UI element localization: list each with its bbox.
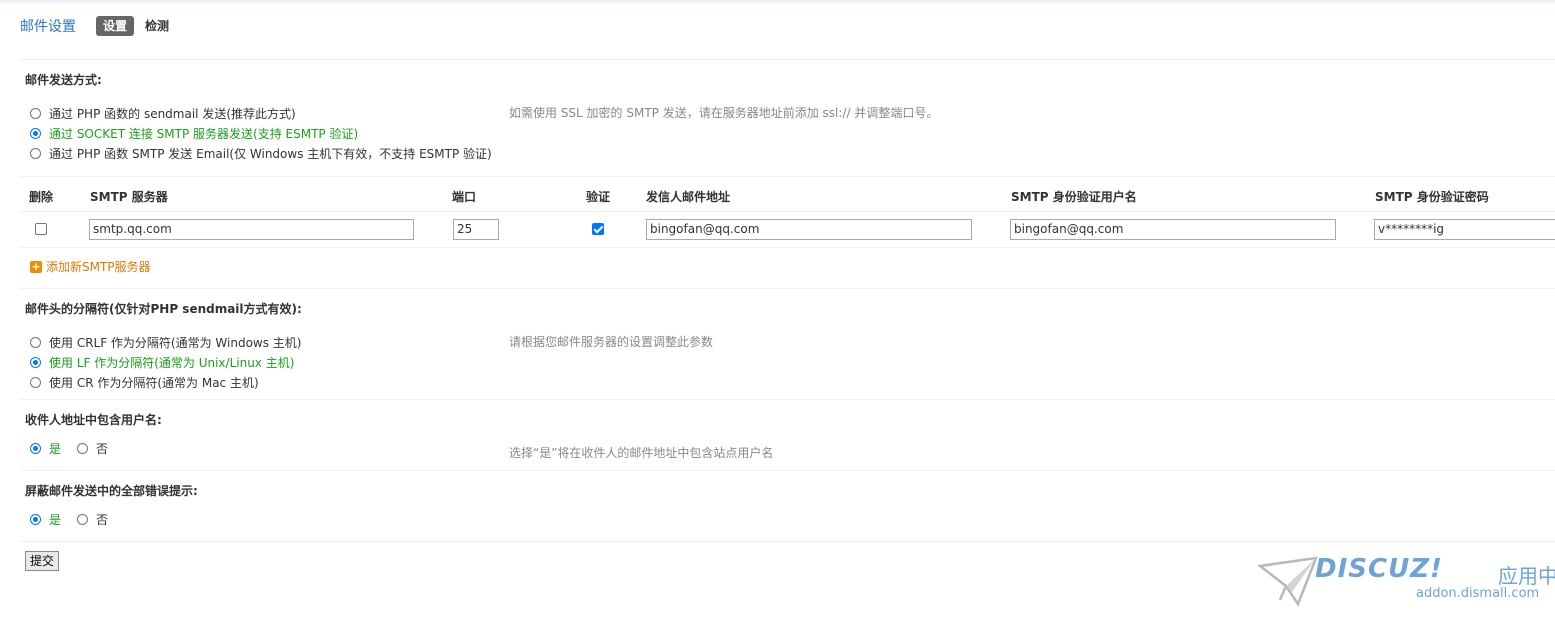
include-username-no[interactable]: 否 (77, 438, 108, 458)
radio-icon[interactable] (30, 376, 41, 388)
send-method-option-label: 通过 SOCKET 连接 SMTP 服务器发送(支持 ESMTP 验证) (49, 126, 359, 141)
auth-checkbox[interactable] (592, 223, 604, 235)
add-smtp-server-link[interactable]: + 添加新SMTP服务器 (30, 258, 151, 275)
top-edge (0, 0, 1555, 3)
separator-option-label: 使用 LF 作为分隔符(通常为 Unix/Linux 主机) (49, 355, 295, 370)
auth-username-input[interactable]: bingofan@qq.com (1010, 219, 1336, 240)
include-username-yes[interactable]: 是 (30, 438, 61, 458)
separator-option-label: 使用 CR 作为分隔符(通常为 Mac 主机) (49, 375, 259, 390)
th-password: SMTP 身份验证密码 (1375, 190, 1489, 204)
suppress-errors-yes-label: 是 (49, 512, 62, 527)
radio-icon[interactable] (77, 442, 88, 454)
suppress-errors-yes[interactable]: 是 (30, 509, 61, 529)
separator-hint: 请根据您邮件服务器的设置调整此参数 (509, 335, 714, 349)
th-port: 端口 (452, 190, 477, 204)
discuz-watermark: DISCUZ! 应用中心 addon.dismall.com (1258, 552, 1555, 608)
paper-plane-icon (1258, 556, 1318, 607)
th-username: SMTP 身份验证用户名 (1011, 190, 1137, 204)
radio-icon[interactable] (30, 107, 41, 119)
watermark-url: addon.dismall.com (1416, 586, 1540, 601)
send-method-option-socket[interactable]: 通过 SOCKET 连接 SMTP 服务器发送(支持 ESMTP 验证) (30, 123, 358, 143)
tab-check[interactable]: 检测 (138, 16, 176, 36)
radio-icon[interactable] (77, 513, 88, 525)
submit-button[interactable]: 提交 (25, 551, 60, 571)
auth-password-input[interactable]: v********ig (1374, 219, 1555, 240)
send-method-option-label: 通过 PHP 函数 SMTP 发送 Email(仅 Windows 主机下有效，… (49, 146, 492, 161)
separator-option-cr[interactable]: 使用 CR 作为分隔符(通常为 Mac 主机) (30, 372, 259, 392)
smtp-server-input[interactable]: smtp.qq.com (89, 219, 414, 240)
separator-option-lf[interactable]: 使用 LF 作为分隔符(通常为 Unix/Linux 主机) (30, 352, 294, 372)
radio-icon[interactable] (30, 336, 41, 348)
radio-icon[interactable] (30, 147, 41, 159)
watermark-subtitle: 应用中心 (1498, 564, 1555, 588)
send-method-option-php-smtp[interactable]: 通过 PHP 函数 SMTP 发送 Email(仅 Windows 主机下有效，… (30, 143, 492, 163)
separator-option-crlf[interactable]: 使用 CRLF 作为分隔符(通常为 Windows 主机) (30, 332, 302, 352)
radio-checked-icon[interactable] (30, 127, 41, 139)
tab-settings[interactable]: 设置 (96, 16, 135, 36)
send-method-option-sendmail[interactable]: 通过 PHP 函数的 sendmail 发送(推荐此方式) (30, 103, 296, 123)
include-username-yes-label: 是 (49, 441, 62, 456)
divider (20, 470, 1555, 471)
send-method-option-label: 通过 PHP 函数的 sendmail 发送(推荐此方式) (49, 106, 296, 121)
include-username-no-label: 否 (96, 441, 109, 456)
th-delete: 删除 (29, 190, 54, 204)
table-row: smtp.qq.com 25 bingofan@qq.com bingofan@… (20, 212, 1555, 248)
divider (20, 399, 1555, 400)
th-from: 发信人邮件地址 (646, 190, 731, 204)
th-auth: 验证 (586, 190, 611, 204)
plus-icon: + (30, 259, 42, 273)
radio-checked-icon[interactable] (30, 513, 41, 525)
delete-checkbox[interactable] (35, 223, 47, 235)
divider (20, 288, 1555, 289)
page-header: 邮件设置 设置 检测 (20, 14, 180, 38)
send-method-hint: 如需使用 SSL 加密的 SMTP 发送，请在服务器地址前添加 ssl:// 并… (509, 106, 939, 120)
from-address-input[interactable]: bingofan@qq.com (646, 219, 972, 240)
smtp-table-header: 删除 SMTP 服务器 端口 验证 发信人邮件地址 SMTP 身份验证用户名 S… (20, 176, 1555, 212)
suppress-errors-title: 屏蔽邮件发送中的全部错误提示: (25, 484, 198, 498)
separator-title: 邮件头的分隔符(仅针对PHP sendmail方式有效): (25, 302, 302, 316)
radio-checked-icon[interactable] (30, 356, 41, 368)
mail-settings-page: 邮件设置 设置 检测 邮件发送方式: 通过 PHP 函数的 sendmail 发… (0, 0, 1555, 619)
watermark-brand: DISCUZ! (1315, 554, 1443, 584)
include-username-hint: 选择“是”将在收件人的邮件地址中包含站点用户名 (509, 446, 774, 460)
smtp-port-input[interactable]: 25 (453, 219, 499, 240)
radio-checked-icon[interactable] (30, 442, 41, 454)
suppress-errors-no-label: 否 (96, 512, 109, 527)
add-smtp-server-label: 添加新SMTP服务器 (46, 260, 151, 274)
divider (20, 541, 1555, 542)
include-username-title: 收件人地址中包含用户名: (25, 413, 162, 427)
send-method-title: 邮件发送方式: (25, 73, 102, 87)
page-title: 邮件设置 (20, 19, 76, 35)
th-server: SMTP 服务器 (90, 190, 168, 204)
divider (20, 59, 1555, 60)
separator-option-label: 使用 CRLF 作为分隔符(通常为 Windows 主机) (49, 335, 302, 350)
suppress-errors-no[interactable]: 否 (77, 509, 108, 529)
